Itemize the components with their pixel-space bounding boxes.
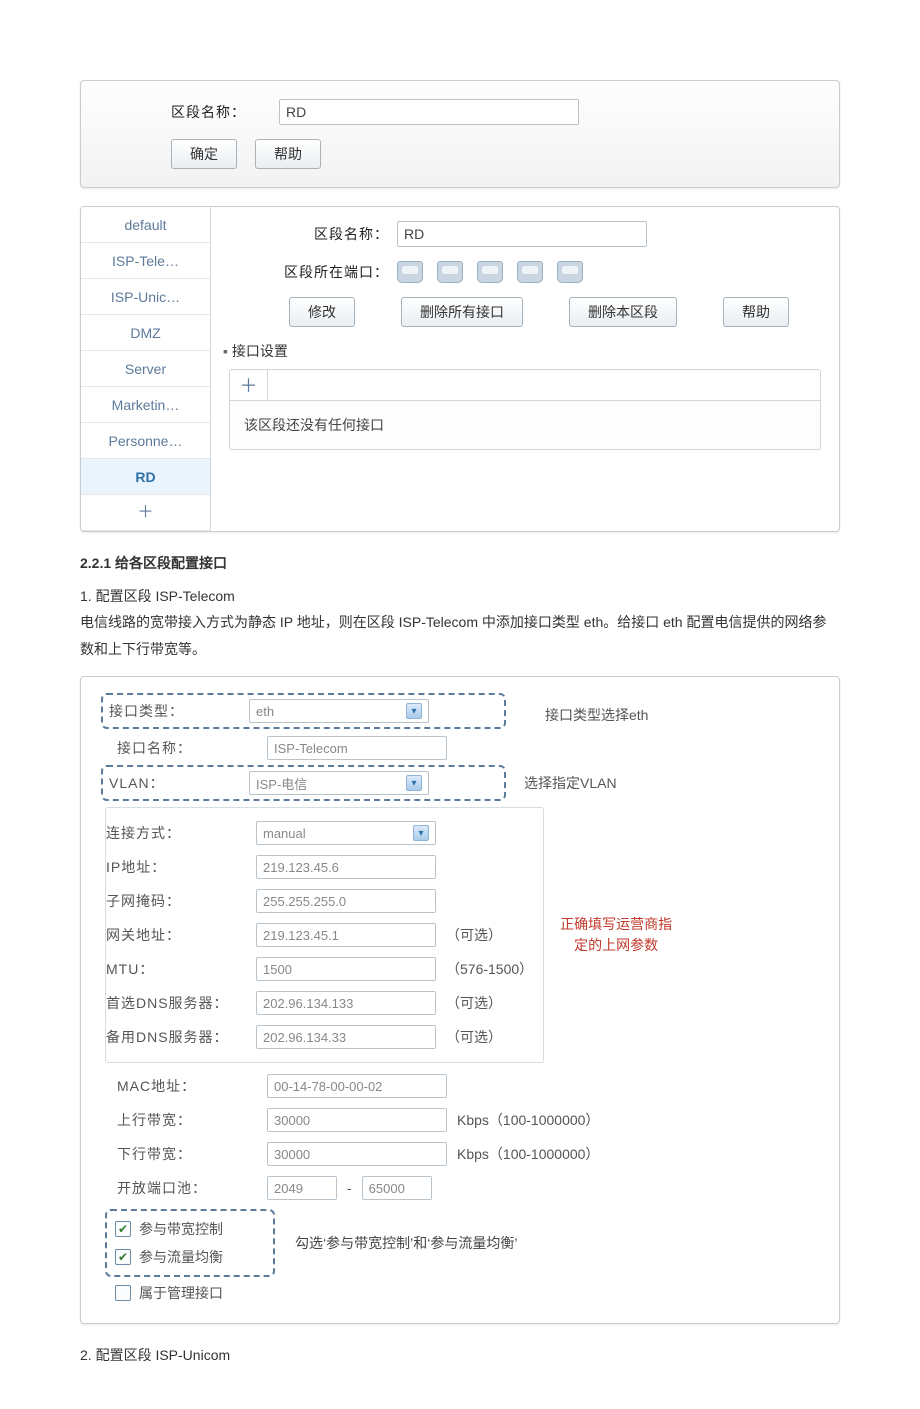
zone-name-input[interactable]	[397, 221, 647, 247]
zone-list: default ISP-Tele… ISP-Unic… DMZ Server M…	[81, 207, 211, 531]
isp-params-note: 正确填写运营商指定的上网参数	[556, 914, 676, 956]
mask-input[interactable]: 255.255.255.0	[256, 889, 436, 913]
doc-line2: 2. 配置区段 ISP-Unicom	[80, 1342, 840, 1369]
zone-item[interactable]: ISP-Unic…	[81, 279, 210, 315]
ok-button[interactable]: 确定	[171, 139, 237, 169]
dns1-input[interactable]: 202.96.134.133	[256, 991, 436, 1015]
vlan-select[interactable]: ISP-电信 ▾	[249, 771, 429, 795]
ip-input[interactable]: 219.123.45.6	[256, 855, 436, 879]
interface-form-panel: 接口类型： eth ▾ 接口类型选择eth 接口名称： ISP-Telecom …	[80, 676, 840, 1324]
bandwidth-control-checkbox[interactable]	[115, 1221, 131, 1237]
zone-name-label: 区段名称：	[269, 224, 389, 244]
delete-interfaces-button[interactable]: 删除所有接口	[401, 297, 523, 327]
doc-para: 电信线路的宽带接入方式为静态 IP 地址，则在区段 ISP-Telecom 中添…	[80, 609, 840, 662]
zone-create-panel: 区段名称： 确定 帮助	[80, 80, 840, 188]
port-icon[interactable]	[437, 261, 463, 283]
mask-label: 子网掩码：	[106, 891, 246, 911]
help-button[interactable]: 帮助	[255, 139, 321, 169]
zone-item-selected[interactable]: RD	[81, 459, 210, 495]
zone-manage-panel: default ISP-Tele… ISP-Unic… DMZ Server M…	[80, 206, 840, 532]
doc-body: 2.2.1 给各区段配置接口 1. 配置区段 ISP-Telecom 电信线路的…	[80, 550, 840, 662]
port-icon[interactable]	[397, 261, 423, 283]
vlan-callout: VLAN： ISP-电信 ▾	[101, 765, 506, 801]
down-bw-label: 下行带宽：	[117, 1144, 257, 1164]
port-icon[interactable]	[477, 261, 503, 283]
zone-item[interactable]: Server	[81, 351, 210, 387]
interface-section-title: 接口设置	[223, 341, 821, 361]
delete-zone-button[interactable]: 删除本区段	[569, 297, 677, 327]
zone-item[interactable]: default	[81, 207, 210, 243]
up-bw-input[interactable]: 30000	[267, 1108, 447, 1132]
port-icon[interactable]	[557, 261, 583, 283]
down-bw-input[interactable]: 30000	[267, 1142, 447, 1166]
zone-item[interactable]: Marketin…	[81, 387, 210, 423]
help-button[interactable]: 帮助	[723, 297, 789, 327]
conn-params-block: 连接方式： manual ▾ IP地址： 219.123.45.6 子网掩码： …	[105, 807, 544, 1063]
doc-line: 1. 配置区段 ISP-Telecom	[80, 583, 840, 610]
cb-hint: 勾选‘参与带宽控制’和‘参与流量均衡’	[295, 1233, 517, 1253]
interface-tabstrip: ＋	[229, 369, 821, 401]
zone-port-label: 区段所在端口：	[269, 262, 389, 282]
zone-item[interactable]: ISP-Tele…	[81, 243, 210, 279]
down-bw-unit: Kbps（100-1000000）	[457, 1144, 599, 1164]
zone-item[interactable]: Personne…	[81, 423, 210, 459]
up-bw-unit: Kbps（100-1000000）	[457, 1110, 599, 1130]
dash: -	[347, 1180, 352, 1196]
chevron-down-icon: ▾	[406, 775, 422, 791]
mtu-range: （576-1500）	[446, 959, 533, 979]
dns1-optional: （可选）	[446, 993, 502, 1013]
conn-select[interactable]: manual ▾	[256, 821, 436, 845]
dns2-optional: （可选）	[446, 1027, 502, 1047]
dns2-label: 备用DNS服务器：	[106, 1027, 246, 1047]
conn-label: 连接方式：	[106, 823, 246, 843]
bandwidth-control-label: 参与带宽控制	[139, 1219, 223, 1239]
port-icons	[397, 261, 583, 283]
vlan-label: VLAN：	[109, 773, 249, 793]
if-type-callout: 接口类型： eth ▾	[101, 693, 506, 729]
if-type-label: 接口类型：	[109, 701, 249, 721]
zone-detail: 区段名称： 区段所在端口： 修改 删除所有接口 删除本区段 帮助 接口设	[211, 207, 839, 531]
traffic-balance-checkbox[interactable]	[115, 1249, 131, 1265]
zone-add-button[interactable]: ＋	[81, 495, 210, 531]
traffic-balance-label: 参与流量均衡	[139, 1247, 223, 1267]
zone-name-input[interactable]	[279, 99, 579, 125]
if-type-hint: 接口类型选择eth	[545, 707, 648, 723]
zone-name-label: 区段名称：	[171, 102, 271, 122]
dns1-label: 首选DNS服务器：	[106, 993, 246, 1013]
cb-callout: 参与带宽控制 参与流量均衡	[105, 1209, 275, 1277]
port-pool-label: 开放端口池：	[117, 1178, 257, 1198]
gw-optional: （可选）	[446, 925, 502, 945]
mtu-input[interactable]: 1500	[256, 957, 436, 981]
if-name-label: 接口名称：	[117, 738, 257, 758]
up-bw-label: 上行带宽：	[117, 1110, 257, 1130]
ip-label: IP地址：	[106, 857, 246, 877]
vlan-hint: 选择指定VLAN	[524, 773, 617, 793]
port-pool-from[interactable]: 2049	[267, 1176, 337, 1200]
port-pool-to[interactable]: 65000	[362, 1176, 432, 1200]
chevron-down-icon: ▾	[406, 703, 422, 719]
dns2-input[interactable]: 202.96.134.33	[256, 1025, 436, 1049]
chevron-down-icon: ▾	[413, 825, 429, 841]
if-type-select[interactable]: eth ▾	[249, 699, 429, 723]
mgmt-iface-label: 属于管理接口	[139, 1283, 223, 1303]
mac-input[interactable]: 00-14-78-00-00-02	[267, 1074, 447, 1098]
if-name-input[interactable]: ISP-Telecom	[267, 736, 447, 760]
gw-input[interactable]: 219.123.45.1	[256, 923, 436, 947]
mgmt-iface-checkbox[interactable]	[115, 1285, 131, 1301]
zone-item[interactable]: DMZ	[81, 315, 210, 351]
heading-221: 2.2.1 给各区段配置接口	[80, 550, 840, 577]
add-interface-tab[interactable]: ＋	[230, 370, 268, 400]
mac-label: MAC地址：	[117, 1076, 257, 1096]
interface-empty-msg: 该区段还没有任何接口	[229, 401, 821, 450]
gw-label: 网关地址：	[106, 925, 246, 945]
mtu-label: MTU：	[106, 959, 246, 979]
port-icon[interactable]	[517, 261, 543, 283]
modify-button[interactable]: 修改	[289, 297, 355, 327]
